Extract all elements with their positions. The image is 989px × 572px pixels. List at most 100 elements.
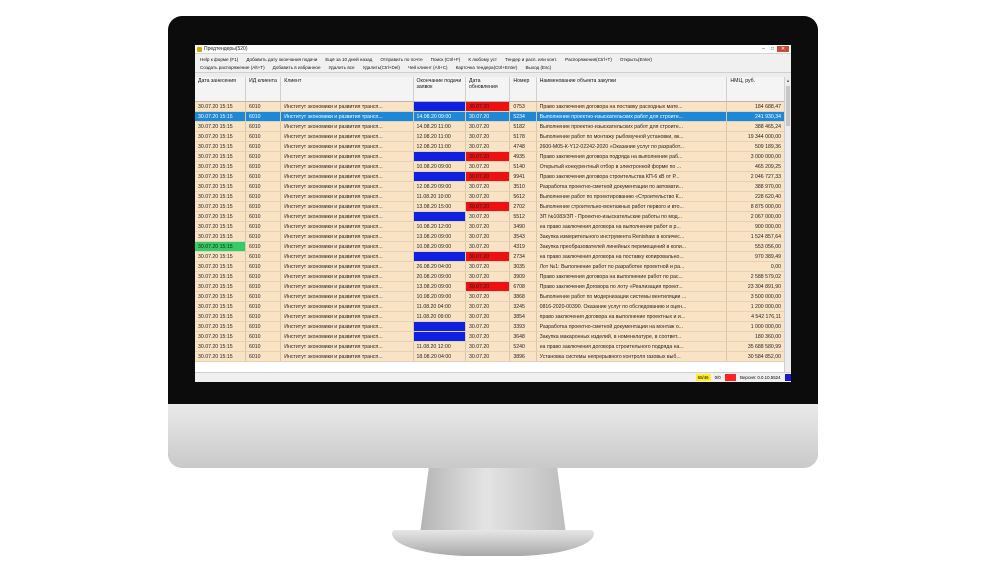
column-header[interactable]: НМЦ, руб.: [726, 77, 785, 102]
cell-price: 1 000 000,00: [726, 321, 785, 332]
column-header[interactable]: ИД клиента: [245, 77, 282, 102]
table-row[interactable]: 30.07.20 15:15 6010 Институт экономики и р…: [195, 301, 785, 312]
table-row[interactable]: 30.07.20 15:15 6010 Институт экономики и р…: [195, 121, 785, 132]
menu-item[interactable]: Ещё за 10 дней назад: [325, 57, 372, 62]
column-header[interactable]: Наименование объекта закупки: [536, 77, 728, 102]
table-row[interactable]: 30.07.20 15:15 6010 Институт экономики и р…: [195, 181, 785, 192]
cell-end: [413, 251, 467, 262]
cell-end: [413, 101, 467, 112]
monitor-chin: [168, 404, 818, 468]
menu-item[interactable]: Открыть(Enter): [620, 57, 652, 62]
cell-name: Выполнение проектно-изыскательских работ…: [536, 121, 728, 132]
scroll-thumb[interactable]: [786, 86, 790, 126]
cell-num: 5512: [509, 211, 537, 222]
menu-item[interactable]: Создать распоряжение (Alt+T): [200, 65, 265, 70]
minimize-button[interactable]: –: [759, 46, 768, 52]
table-row[interactable]: 30.07.20 15:15 6010 Институт экономики и р…: [195, 281, 785, 292]
status-bar: 65/46 0/0 Версия: 0.0.10.5524: [195, 372, 791, 382]
cell-id: 6010: [245, 231, 282, 242]
menu-item[interactable]: К любому уст: [468, 57, 497, 62]
cell-price: 900 000,00: [726, 221, 785, 232]
menu-item[interactable]: Выход (Esc): [525, 65, 551, 70]
cell-upd: 30.07.20: [465, 321, 511, 332]
table-row[interactable]: 30.07.20 15:15 6010 Институт экономики и р…: [195, 171, 785, 182]
cell-date: 30.07.20 15:15: [195, 141, 246, 152]
column-header[interactable]: Клиент: [280, 77, 414, 102]
menu-item[interactable]: Удалить все: [329, 65, 355, 70]
table-row[interactable]: 30.07.20 15:15 6010 Институт экономики и р…: [195, 221, 785, 232]
status-blue-indicator: [784, 374, 791, 381]
cell-num: 5234: [509, 111, 537, 122]
column-header[interactable]: Окончание подачи заявок: [413, 77, 467, 102]
cell-end: [413, 321, 467, 332]
cell-upd: 30.07.20: [465, 201, 511, 212]
cell-date: 30.07.20 15:15: [195, 121, 246, 132]
cell-price: 180 360,00: [726, 331, 785, 342]
table-row[interactable]: 30.07.20 15:15 6010 Институт экономики и р…: [195, 241, 785, 252]
cell-client: Институт экономики и развития трансп...: [280, 221, 414, 232]
close-button[interactable]: ✕: [777, 46, 789, 52]
cell-end: 11.08.20 09:00: [413, 311, 467, 322]
table-row[interactable]: 30.07.20 15:15 6010 Институт экономики и р…: [195, 331, 785, 342]
menu-item[interactable]: Карточка тендера(Ctrl+Enter): [456, 65, 518, 70]
app-screen: Предтендеры(520) – □ ✕ Help к форме (F1)…: [195, 45, 791, 382]
table-row[interactable]: 30.07.20 15:15 6010 Институт экономики и р…: [195, 291, 785, 302]
menu-item[interactable]: Добавить дату окончания подачи: [246, 57, 317, 62]
cell-upd: 30.07.20: [465, 121, 511, 132]
cell-id: 6010: [245, 351, 282, 362]
column-header[interactable]: Номер: [509, 77, 537, 102]
cell-num: 4748: [509, 141, 537, 152]
window-title: Предтендеры(520): [204, 46, 248, 52]
menu-item[interactable]: Распоряжения(Ctrl+T): [565, 57, 612, 62]
table-row[interactable]: 30.07.20 15:15 6010 Институт экономики и р…: [195, 211, 785, 222]
menu-item[interactable]: Поиск (Ctrl+F): [431, 57, 461, 62]
menu-item[interactable]: Чей клиент (Alt+C): [408, 65, 448, 70]
cell-price: 388 465,24: [726, 121, 785, 132]
cell-price: 509 189,36: [726, 141, 785, 152]
monitor-stand: [420, 468, 566, 534]
menu-item[interactable]: Тендер и расп. или конт.: [505, 57, 557, 62]
status-counter: 65/46: [695, 374, 711, 381]
table-row[interactable]: 30.07.20 15:15 6010 Институт экономики и р…: [195, 141, 785, 152]
scroll-up-icon[interactable]: ▲: [785, 77, 791, 84]
menu-item[interactable]: Help к форме (F1): [200, 57, 238, 62]
table-row[interactable]: 30.07.20 15:15 6010 Институт экономики и р…: [195, 311, 785, 322]
cell-date: 30.07.20 15:15: [195, 251, 246, 262]
cell-num: 3854: [509, 311, 537, 322]
table-row[interactable]: 30.07.20 15:15 6010 Институт экономики и р…: [195, 341, 785, 352]
column-header[interactable]: Дата занесения: [195, 77, 246, 102]
table-row[interactable]: 30.07.20 15:15 6010 Институт экономики и р…: [195, 251, 785, 262]
menu-item[interactable]: Отправить по почте: [380, 57, 422, 62]
menu-row-1: Help к форме (F1) Добавить дату окончания…: [200, 55, 786, 63]
cell-client: Институт экономики и развития трансп...: [280, 131, 414, 142]
column-header[interactable]: Дата обновления: [465, 77, 511, 102]
table-row[interactable]: 30.07.20 15:15 6010 Институт экономики и р…: [195, 271, 785, 282]
cell-client: Институт экономики и развития трансп...: [280, 151, 414, 162]
table-row[interactable]: 30.07.20 15:15 6010 Институт экономики и р…: [195, 231, 785, 242]
maximize-button[interactable]: □: [768, 46, 777, 52]
menu-item[interactable]: Удалить(Ctrl+Del): [363, 65, 400, 70]
cell-end: 13.08.20 09:00: [413, 231, 467, 242]
table-row[interactable]: 30.07.20 15:15 6010 Институт экономики и р…: [195, 321, 785, 332]
menu-item[interactable]: Добавить в избранное: [273, 65, 321, 70]
table-row[interactable]: 30.07.20 15:15 6010 Институт экономики и р…: [195, 191, 785, 202]
cell-name: право заключения договора на выполнение …: [536, 311, 728, 322]
cell-upd: 30.07.20: [465, 241, 511, 252]
table-row[interactable]: 30.07.20 15:15 6010 Институт экономики и р…: [195, 111, 785, 122]
vertical-scrollbar[interactable]: ▲: [784, 77, 791, 373]
menu-row-2: Создать распоряжение (Alt+T) Добавить в и…: [200, 63, 786, 71]
table-row[interactable]: 30.07.20 15:15 6010 Институт экономики и р…: [195, 261, 785, 272]
table-row[interactable]: 30.07.20 15:15 6010 Институт экономики и р…: [195, 151, 785, 162]
cell-num: 3393: [509, 321, 537, 332]
table-row[interactable]: 30.07.20 15:15 6010 Институт экономики и р…: [195, 351, 785, 362]
table-row[interactable]: 30.07.20 15:15 6010 Институт экономики и р…: [195, 201, 785, 212]
cell-num: 3868: [509, 291, 537, 302]
cell-client: Институт экономики и развития трансп...: [280, 121, 414, 132]
table-row[interactable]: 30.07.20 15:15 6010 Институт экономики и р…: [195, 101, 785, 112]
cell-date: 30.07.20 15:15: [195, 181, 246, 192]
table-row[interactable]: 30.07.20 15:15 6010 Институт экономики и р…: [195, 161, 785, 172]
app-icon: [197, 46, 202, 52]
cell-client: Институт экономики и развития трансп...: [280, 301, 414, 312]
status-count: 0/0: [714, 375, 721, 380]
table-row[interactable]: 30.07.20 15:15 6010 Институт экономики и р…: [195, 131, 785, 142]
